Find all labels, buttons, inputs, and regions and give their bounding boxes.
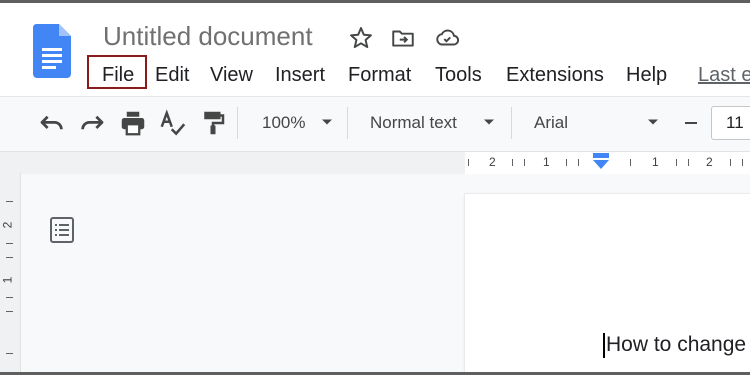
toolbar-divider [237,107,238,139]
font-select[interactable]: Arial [534,113,568,133]
menu-help[interactable]: Help [626,64,667,87]
document-body-text[interactable]: How to change [606,333,746,357]
move-to-folder-icon[interactable] [390,25,416,51]
minus-icon [685,122,697,124]
vertical-ruler: 2 1 [0,173,21,375]
ruler-label: 1 [0,276,15,284]
ruler-label: 1 [543,155,550,169]
paint-format-icon[interactable] [198,108,228,138]
print-icon[interactable] [118,108,148,138]
ruler-tick [630,159,631,166]
ruler-label: 2 [706,155,713,169]
menu-view[interactable]: View [210,64,253,87]
text-cursor [603,333,605,358]
ruler-tick [512,159,513,166]
decrease-font-size-button[interactable] [675,106,707,140]
toolbar-divider [511,107,512,139]
ruler-tick [6,353,13,354]
ruler-tick [6,297,13,298]
document-title[interactable]: Untitled document [103,21,313,52]
ruler-tick [468,159,469,166]
ruler-tick [6,243,13,244]
ruler-tick [6,311,13,312]
ruler-tick [566,159,567,166]
ruler-label: 1 [652,155,659,169]
ruler-label: 2 [0,221,15,229]
last-edit-link[interactable]: Last e [698,64,750,87]
style-dropdown-icon[interactable] [482,115,496,129]
menu-format[interactable]: Format [348,64,411,87]
font-size-control: 11 [675,106,750,140]
spellcheck-icon[interactable] [158,108,188,138]
ruler-tick [578,159,579,166]
undo-icon[interactable] [37,108,67,138]
redo-icon[interactable] [77,108,107,138]
ruler-tick [6,201,13,202]
menu-edit[interactable]: Edit [155,64,189,87]
ruler-tick [730,159,731,166]
ruler-tick [6,257,13,258]
ruler-tick [676,159,677,166]
font-dropdown-icon[interactable] [646,115,660,129]
ruler-tick [688,159,689,166]
font-size-input[interactable]: 11 [711,106,750,140]
cloud-status-icon[interactable] [434,25,460,51]
ruler-label: 2 [489,155,496,169]
zoom-dropdown-icon[interactable] [320,115,334,129]
horizontal-ruler: 2 1 1 2 [0,151,750,175]
document-outline-icon[interactable] [47,215,77,245]
ruler-tick [742,159,743,166]
font-size-value: 11 [726,113,744,132]
paragraph-style-select[interactable]: Normal text [370,113,457,133]
toolbar: 100% Normal text Arial 11 [0,96,750,152]
zoom-select[interactable]: 100% [262,113,305,133]
menu-insert[interactable]: Insert [275,64,325,87]
file-menu-highlight-box [87,55,147,89]
ruler-tick [524,159,525,166]
menu-tools[interactable]: Tools [435,64,482,87]
star-icon[interactable] [348,25,374,51]
indent-marker-icon[interactable] [590,151,612,171]
menu-extensions[interactable]: Extensions [506,64,604,87]
toolbar-divider [347,107,348,139]
